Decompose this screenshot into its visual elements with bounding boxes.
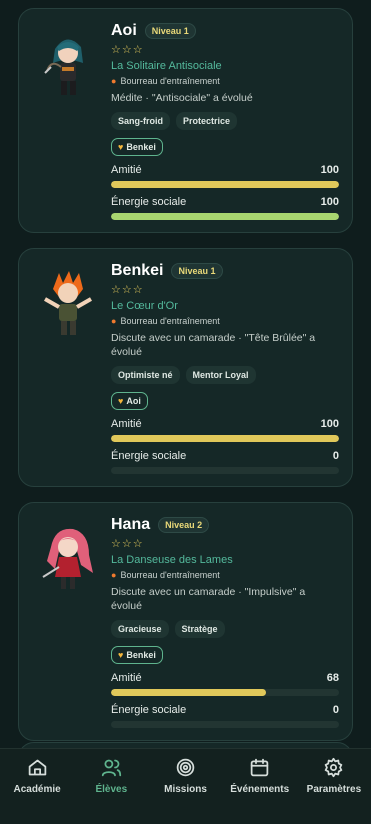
portrait-hana [33,521,101,595]
friendship-bar-fill [111,181,339,188]
friend-chip[interactable]: ♥ Aoi [111,392,148,410]
nav-label: Événements [230,784,290,795]
friendship-label: Amitié [111,672,142,684]
star-rating: ☆☆☆ [111,44,144,56]
student-card-hana[interactable]: Hana Niveau 2 ☆☆☆ La Danseuse des Lames … [18,502,353,741]
activity-text: Discute avec un camarade · "Impulsive" a… [111,586,306,612]
energy-bar-fill [111,213,339,220]
personality-tags: Gracieuse Stratège [111,620,339,638]
energy-value: 0 [332,704,339,716]
friend-name: Benkei [126,650,156,660]
energy-stat: Énergie sociale 0 [111,704,339,728]
student-name: Aoi [111,22,137,39]
energy-bar [111,721,339,728]
tag: Optimiste né [111,366,180,384]
trait-row: ● Bourreau d'entraînement [111,76,339,86]
gear-icon [325,757,343,778]
heart-icon: ♥ [118,650,124,660]
users-icon [101,759,121,777]
level-badge: Niveau 1 [171,263,223,279]
trait-row: ● Bourreau d'entraînement [111,316,339,326]
energy-stat: Énergie sociale 100 [111,196,339,220]
home-icon [28,759,46,776]
target-icon [176,758,195,777]
friends-row: ♥ Benkei [111,646,339,664]
trait-label: Bourreau d'entraînement [120,76,220,86]
energy-bar [111,213,339,220]
portrait-aoi [33,27,101,101]
tag: Protectrice [176,112,238,130]
tag: Stratège [174,620,225,638]
nav-label: Missions [164,784,207,795]
friend-chip[interactable]: ♥ Benkei [111,138,163,156]
student-title: La Danseuse des Lames [111,554,233,566]
tag: Sang-froid [111,112,170,130]
nav-label: Élèves [95,784,128,795]
friend-name: Benkei [126,142,156,152]
student-list: Aoi Niveau 1 ☆☆☆ La Solitaire Antisocial… [18,8,353,756]
personality-tags: Sang-froid Protectrice [111,112,339,130]
energy-stat: Énergie sociale 0 [111,450,339,474]
friends-row: ♥ Aoi [111,392,339,410]
energy-value: 0 [332,450,339,462]
student-name: Hana [111,516,151,533]
friendship-bar [111,435,339,442]
portrait-benkei [33,267,101,341]
friendship-value: 100 [320,418,339,430]
flame-icon: ● [111,76,117,86]
activity-text: Médite · "Antisociale" a évolué [111,92,253,104]
personality-tags: Optimiste né Mentor Loyal [111,366,339,384]
heart-icon: ♥ [118,142,124,152]
nav-item-missions[interactable]: Missions [148,749,222,824]
friendship-bar-fill [111,435,339,442]
nav-label: Paramètres [306,784,362,795]
energy-label: Énergie sociale [111,450,187,462]
nav-item-eleves[interactable]: Élèves [74,749,148,824]
student-name: Benkei [111,262,164,279]
friendship-label: Amitié [111,418,142,430]
friendship-value: 100 [320,164,339,176]
nav-item-academie[interactable]: Académie [0,749,74,824]
nav-item-evenements[interactable]: Événements [223,749,297,824]
energy-value: 100 [320,196,339,208]
star-rating: ☆☆☆ [111,284,144,296]
tag: Gracieuse [111,620,169,638]
level-badge: Niveau 1 [144,23,196,39]
student-title: Le Cœur d'Or [111,300,178,312]
trait-label: Bourreau d'entraînement [120,570,220,580]
friendship-bar [111,181,339,188]
level-badge: Niveau 2 [158,517,210,533]
friendship-stat: Amitié 100 [111,164,339,188]
nav-label: Académie [13,784,61,795]
calendar-icon [250,758,269,777]
energy-label: Énergie sociale [111,704,187,716]
tag: Mentor Loyal [185,366,256,384]
friendship-bar [111,689,339,696]
friends-row: ♥ Benkei [111,138,339,156]
heart-icon: ♥ [118,396,124,406]
activity-text: Discute avec un camarade · "Tête Brûlée"… [111,332,316,358]
energy-label: Énergie sociale [111,196,187,208]
star-rating: ☆☆☆ [111,538,144,550]
trait-row: ● Bourreau d'entraînement [111,570,339,580]
flame-icon: ● [111,316,117,326]
student-card-aoi[interactable]: Aoi Niveau 1 ☆☆☆ La Solitaire Antisocial… [18,8,353,233]
trait-label: Bourreau d'entraînement [120,316,220,326]
nav-item-parametres[interactable]: Paramètres [297,749,371,824]
friendship-bar-fill [111,689,267,696]
energy-bar [111,467,339,474]
friendship-stat: Amitié 68 [111,672,339,696]
student-title: La Solitaire Antisociale [111,60,222,72]
friendship-label: Amitié [111,164,142,176]
friendship-stat: Amitié 100 [111,418,339,442]
friend-name: Aoi [126,396,141,406]
friendship-value: 68 [326,672,339,684]
friend-chip[interactable]: ♥ Benkei [111,646,163,664]
student-card-benkei[interactable]: Benkei Niveau 1 ☆☆☆ Le Cœur d'Or ● Bourr… [18,248,353,487]
flame-icon: ● [111,570,117,580]
bottom-nav: Académie Élèves Missions Événements Para… [0,748,371,824]
